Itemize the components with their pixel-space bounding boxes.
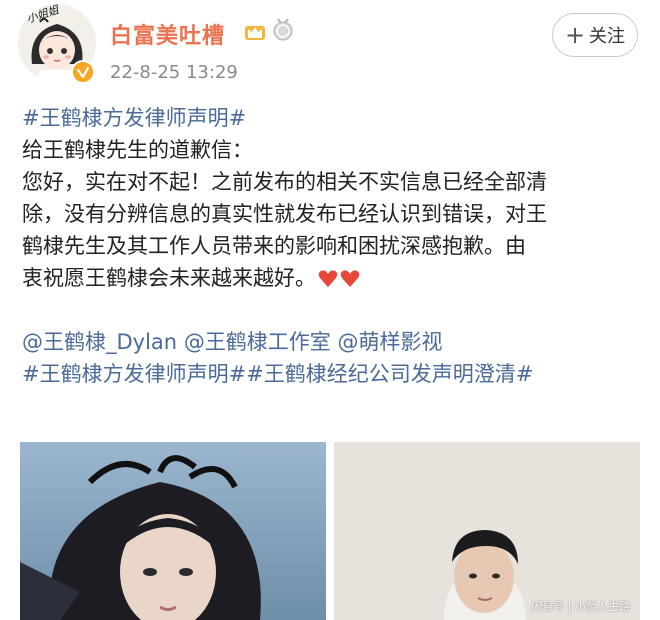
mention-link[interactable]: @王鹤棣工作室 (184, 330, 331, 354)
post-image-1[interactable] (20, 442, 326, 620)
costume-portrait-image (20, 442, 326, 620)
post-content: #王鹤棣方发律师声明# 给王鹤棣先生的道歉信： 您好，实在对不起！之前发布的相关… (22, 102, 642, 390)
crown-badge-icon[interactable] (244, 20, 266, 42)
follow-label: 关注 (589, 26, 626, 47)
heart-emoji-icons (318, 269, 362, 289)
post-image-2[interactable]: 闪易号 | 小蒙人生路 (334, 442, 640, 620)
author-name[interactable]: 白富美吐槽 (110, 18, 225, 50)
post-line: 衷祝愿王鹤棣会未来越来越好。 (22, 266, 316, 290)
plus-icon: + (564, 21, 586, 49)
topic-link[interactable]: #王鹤棣经纪公司发声明澄清# (246, 362, 533, 386)
post-line: 给王鹤棣先生的道歉信： (22, 138, 253, 162)
topic-link[interactable]: #王鹤棣方发律师声明# (22, 362, 246, 386)
image-watermark: 闪易号 | 小蒙人生路 (531, 600, 630, 613)
post-line: 除，没有分辨信息的真实性就发布已经认识到错误，对王 (22, 202, 547, 226)
follow-button[interactable]: + 关注 (552, 13, 638, 57)
medal-badge-icon[interactable] (272, 18, 294, 42)
topic-link[interactable]: #王鹤棣方发律师声明# (22, 106, 246, 130)
post-line: 您好，实在对不起！之前发布的相关不实信息已经全部清 (22, 170, 547, 194)
verified-badge-icon (71, 60, 95, 84)
portrait-photo-image (334, 442, 640, 620)
post-line: 鹤棣先生及其工作人员带来的影响和困扰深感抱歉。由 (22, 234, 526, 258)
post-timestamp: 22-8-25 13:29 (110, 62, 238, 83)
mention-link[interactable]: @萌样影视 (338, 330, 443, 354)
mention-link[interactable]: @王鹤棣_Dylan (22, 330, 177, 354)
